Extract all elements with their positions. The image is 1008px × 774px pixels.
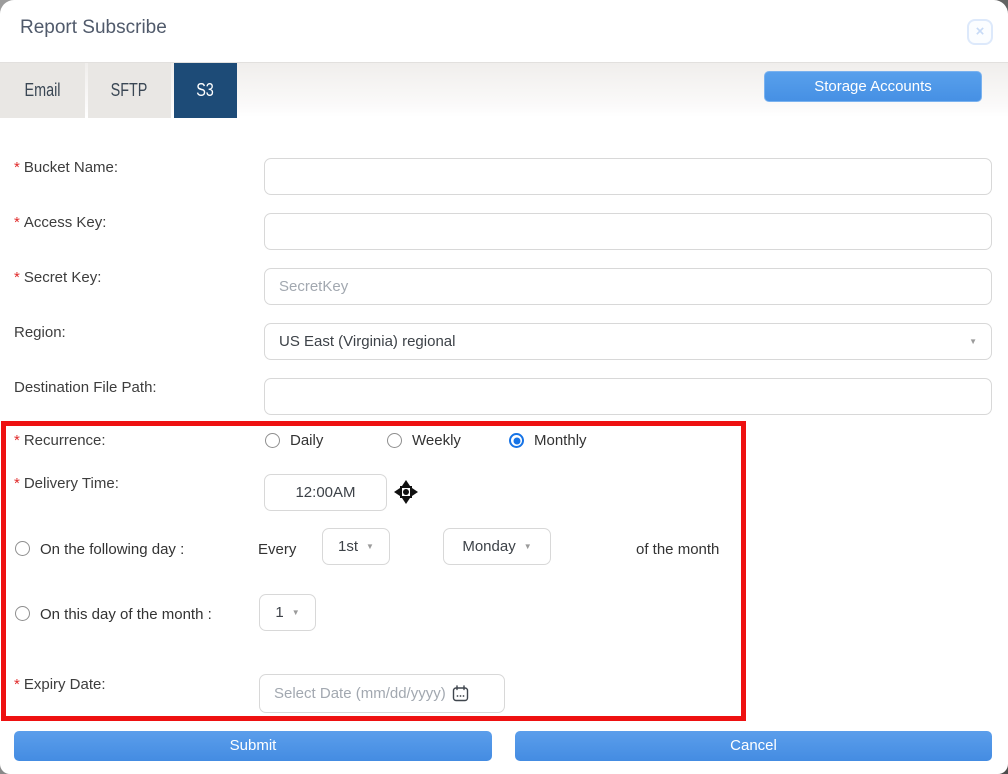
recurrence-weekly-radio[interactable] — [387, 433, 402, 448]
bucket-name-input[interactable] — [264, 158, 992, 195]
recurrence-weekly-label[interactable]: Weekly — [412, 432, 461, 449]
recurrence-daily-label[interactable]: Daily — [290, 432, 323, 449]
delivery-time-label: * Delivery Time: — [14, 475, 119, 492]
recurrence-monthly-label[interactable]: Monthly — [534, 432, 587, 449]
submit-button[interactable]: Submit — [14, 731, 492, 761]
recurrence-daily-radio[interactable] — [265, 433, 280, 448]
region-label: Region: — [14, 324, 66, 341]
on-day-of-month-radio[interactable] — [15, 606, 30, 621]
cancel-button[interactable]: Cancel — [515, 731, 992, 761]
on-following-day-radio[interactable] — [15, 541, 30, 556]
region-select[interactable]: US East (Virginia) regional ▼ — [264, 323, 992, 360]
day-of-month-value: 1 — [275, 604, 284, 621]
required-marker: * — [14, 475, 20, 492]
destination-file-path-input[interactable] — [264, 378, 992, 415]
expiry-date-placeholder: Select Date (mm/dd/yyyy) — [274, 685, 446, 702]
every-label: Every — [258, 541, 297, 558]
storage-accounts-button[interactable]: Storage Accounts — [764, 71, 982, 102]
tab-sftp[interactable]: SFTP — [88, 63, 171, 118]
secret-key-input[interactable] — [264, 268, 992, 305]
chevron-down-icon: ▼ — [523, 542, 532, 551]
chevron-down-icon: ▼ — [969, 337, 977, 346]
tab-s3-label: S3 — [196, 80, 215, 100]
recurrence-monthly-radio[interactable] — [509, 433, 524, 448]
tab-email[interactable]: Email — [0, 63, 85, 118]
ordinal-value: 1st — [338, 538, 359, 555]
weekday-select[interactable]: Monday ▼ — [443, 528, 551, 565]
on-following-day-label[interactable]: On the following day : — [40, 541, 184, 558]
ordinal-select[interactable]: 1st ▼ — [322, 528, 390, 565]
tab-email-label: Email — [24, 80, 61, 100]
weekday-value: Monday — [462, 538, 516, 555]
expiry-date-label: * Expiry Date: — [14, 676, 106, 693]
recurrence-label: * Recurrence: — [14, 432, 106, 449]
secret-key-label: * Secret Key: — [14, 269, 102, 286]
expiry-date-input[interactable]: Select Date (mm/dd/yyyy) — [259, 674, 505, 713]
required-marker: * — [14, 159, 20, 176]
required-marker: * — [14, 214, 20, 231]
of-the-month-label: of the month — [636, 541, 720, 558]
required-marker: * — [14, 269, 20, 286]
dialog-title: Report Subscribe — [20, 17, 167, 38]
calendar-icon[interactable] — [452, 685, 469, 702]
chevron-down-icon: ▼ — [291, 608, 300, 617]
access-key-label: * Access Key: — [14, 214, 107, 231]
region-value: US East (Virginia) regional — [279, 333, 456, 350]
destination-file-path-label: Destination File Path: — [14, 379, 157, 396]
chevron-down-icon: ▼ — [366, 542, 374, 551]
delivery-time-input[interactable] — [264, 474, 387, 511]
bucket-name-label: * Bucket Name: — [14, 159, 119, 176]
required-marker: * — [14, 676, 20, 693]
required-marker: * — [14, 432, 20, 449]
tab-s3[interactable]: S3 — [174, 63, 237, 118]
report-subscribe-dialog: Report Subscribe × Email SFTP S3 Storage… — [0, 0, 1008, 774]
time-picker-move-icon[interactable] — [394, 480, 418, 504]
close-icon[interactable]: × — [967, 19, 993, 45]
tab-bar: Email SFTP S3 Storage Accounts — [0, 62, 1008, 118]
access-key-input[interactable] — [264, 213, 992, 250]
day-of-month-select[interactable]: 1 ▼ — [259, 594, 316, 631]
on-day-of-month-label[interactable]: On this day of the month : — [40, 606, 212, 623]
tab-sftp-label: SFTP — [111, 80, 148, 100]
